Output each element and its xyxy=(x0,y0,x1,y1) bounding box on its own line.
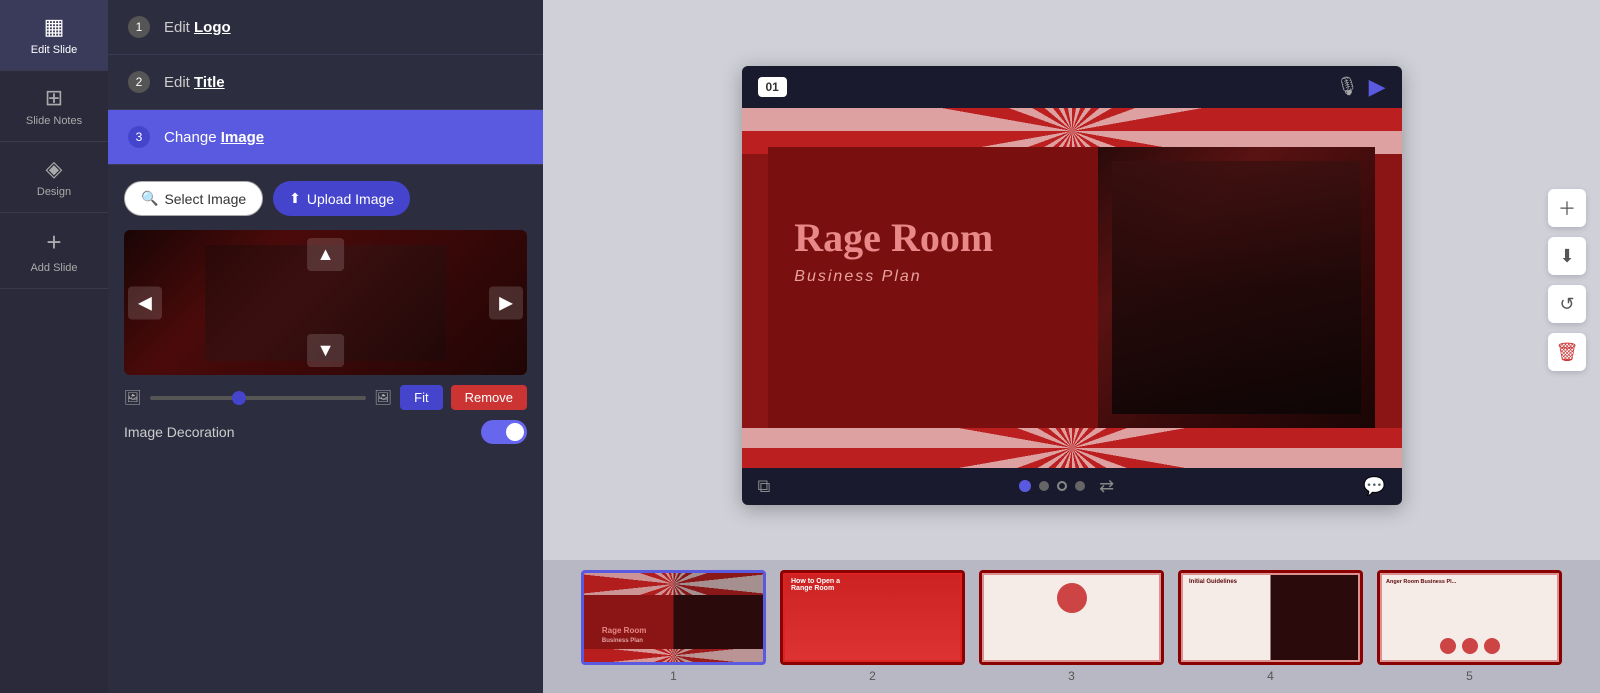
slide-subtitle: Business Plan xyxy=(794,268,1111,286)
layout-icon[interactable]: ⧉ xyxy=(758,476,771,497)
nav-arrow-left[interactable]: ◀ xyxy=(128,286,162,319)
image-small-icon: 🖼 xyxy=(124,389,142,406)
step-num-3: 3 xyxy=(128,126,150,148)
thumbnail-1: Rage RoomBusiness Plan xyxy=(581,570,766,665)
slide-topbar-icons: 🎙 ▶ xyxy=(1336,74,1386,100)
decoration-toggle[interactable] xyxy=(481,420,527,444)
undo-icon: ↺ xyxy=(1559,294,1574,315)
undo-button[interactable]: ↺ xyxy=(1548,285,1586,323)
thumbnail-item-1[interactable]: Rage RoomBusiness Plan 1 xyxy=(581,570,766,683)
sidebar-item-edit-slide[interactable]: ▦ Edit Slide xyxy=(0,0,108,71)
add-icon: + xyxy=(46,227,61,258)
sidebar-add-slide-label: Add Slide xyxy=(30,262,77,274)
image-size-controls: 🖼 🖼 Fit Remove xyxy=(124,385,527,410)
thumbnail-4: Initial Guidelines xyxy=(1178,570,1363,665)
slide-dot-3[interactable] xyxy=(1057,481,1067,491)
step-label-title: Edit Title xyxy=(164,74,225,91)
slide-bottombar: ⧉ ⇄ 💬 xyxy=(742,468,1402,505)
fit-button[interactable]: Fit xyxy=(400,385,442,410)
insert-icon: ⬇ xyxy=(1559,246,1574,267)
upload-image-button[interactable]: ⬆ Upload Image xyxy=(273,181,410,216)
thumb-num-1: 1 xyxy=(670,669,677,683)
upload-icon: ⬆ xyxy=(289,190,301,207)
thumbnail-3 xyxy=(979,570,1164,665)
sidebar-item-add-slide[interactable]: + Add Slide xyxy=(0,213,108,289)
image-preview-area: ▲ ▼ ◀ ▶ xyxy=(124,230,527,375)
slide-frame: 01 🎙 ▶ xyxy=(742,66,1402,505)
image-editor: 🔍 Select Image ⬆ Upload Image ▲ ▼ ◀ ▶ 🖼 xyxy=(108,165,543,693)
thumb-num-4: 4 xyxy=(1267,669,1274,683)
toggle-thumb xyxy=(506,423,524,441)
slide-dot-1[interactable] xyxy=(1019,480,1031,492)
notes-icon: ⊞ xyxy=(45,85,63,111)
step-num-2: 2 xyxy=(128,71,150,93)
main-area: 01 🎙 ▶ xyxy=(543,0,1600,693)
slide-nav-icons: ⧉ xyxy=(758,476,771,497)
select-image-button[interactable]: 🔍 Select Image xyxy=(124,181,263,216)
thumbnail-item-2[interactable]: How to Open aRange Room 2 xyxy=(780,570,965,683)
sidebar-edit-slide-label: Edit Slide xyxy=(31,44,77,56)
insert-button[interactable]: ⬇ xyxy=(1548,237,1586,275)
slide-content: Rage Room Business Plan xyxy=(742,108,1402,468)
thumb1-text: Rage RoomBusiness Plan xyxy=(602,626,646,644)
sidebar-slide-notes-label: Slide Notes xyxy=(26,115,82,127)
share-icon[interactable]: ⇄ xyxy=(1099,476,1114,497)
slide-text-area: Rage Room Business Plan xyxy=(794,216,1111,286)
microphone-icon[interactable]: 🎙 xyxy=(1336,76,1359,97)
sidebar-item-design[interactable]: ◈ Design xyxy=(0,142,108,213)
steps-panel: 1 Edit Logo 2 Edit Title 3 Change Image … xyxy=(108,0,543,693)
grid-icon: ▦ xyxy=(44,14,65,40)
thumbnail-5: Anger Room Business Pl... xyxy=(1377,570,1562,665)
step-item-image[interactable]: 3 Change Image xyxy=(108,110,543,165)
image-size-slider-track xyxy=(150,396,367,400)
select-image-label: Select Image xyxy=(164,191,246,207)
remove-button[interactable]: Remove xyxy=(451,385,527,410)
thumbnail-item-3[interactable]: 3 xyxy=(979,570,1164,683)
slide-badge: 01 xyxy=(758,77,787,97)
trash-icon: 🗑 xyxy=(1556,342,1579,363)
thumbnail-strip: Rage RoomBusiness Plan 1 How to Open aRa… xyxy=(543,560,1600,693)
step-item-title[interactable]: 2 Edit Title xyxy=(108,55,543,110)
chat-icon[interactable]: 💬 xyxy=(1363,476,1385,497)
slide-dot-2[interactable] xyxy=(1039,481,1049,491)
nav-arrow-right[interactable]: ▶ xyxy=(489,286,523,319)
thumbnail-2: How to Open aRange Room xyxy=(780,570,965,665)
upload-image-label: Upload Image xyxy=(307,191,394,207)
decoration-label: Image Decoration xyxy=(124,424,235,440)
image-action-buttons: 🔍 Select Image ⬆ Upload Image xyxy=(124,181,527,216)
slider-thumb xyxy=(232,391,246,405)
step-num-1: 1 xyxy=(128,16,150,38)
plus-icon: ＋ xyxy=(1558,195,1576,221)
step-label-logo: Edit Logo xyxy=(164,19,231,36)
slide-topbar: 01 🎙 ▶ xyxy=(742,66,1402,108)
slide-dot-4[interactable] xyxy=(1075,481,1085,491)
image-large-icon: 🖼 xyxy=(374,389,392,406)
right-toolbar: ＋ ⬇ ↺ 🗑 xyxy=(1548,189,1586,371)
image-decoration-row: Image Decoration xyxy=(124,420,527,444)
sidebar-item-slide-notes[interactable]: ⊞ Slide Notes xyxy=(0,71,108,142)
play-icon[interactable]: ▶ xyxy=(1369,74,1386,100)
design-icon: ◈ xyxy=(46,156,63,182)
slide-title: Rage Room xyxy=(794,216,1111,260)
delete-button[interactable]: 🗑 xyxy=(1548,333,1586,371)
slide-viewer-container: 01 🎙 ▶ xyxy=(543,0,1600,560)
nav-arrow-down[interactable]: ▼ xyxy=(307,334,345,367)
step-item-logo[interactable]: 1 Edit Logo xyxy=(108,0,543,55)
thumbnail-item-5[interactable]: Anger Room Business Pl... 5 xyxy=(1377,570,1562,683)
thumb-num-3: 3 xyxy=(1068,669,1075,683)
nav-arrow-up[interactable]: ▲ xyxy=(307,238,345,271)
thumbnail-item-4[interactable]: Initial Guidelines 4 xyxy=(1178,570,1363,683)
sidebar: ▦ Edit Slide ⊞ Slide Notes ◈ Design + Ad… xyxy=(0,0,108,693)
add-element-button[interactable]: ＋ xyxy=(1548,189,1586,227)
sidebar-design-label: Design xyxy=(37,186,71,198)
step-label-image: Change Image xyxy=(164,129,264,146)
search-icon: 🔍 xyxy=(141,190,158,207)
thumb-num-5: 5 xyxy=(1466,669,1473,683)
slide-dots: ⇄ xyxy=(1019,476,1114,497)
thumb-num-2: 2 xyxy=(869,669,876,683)
